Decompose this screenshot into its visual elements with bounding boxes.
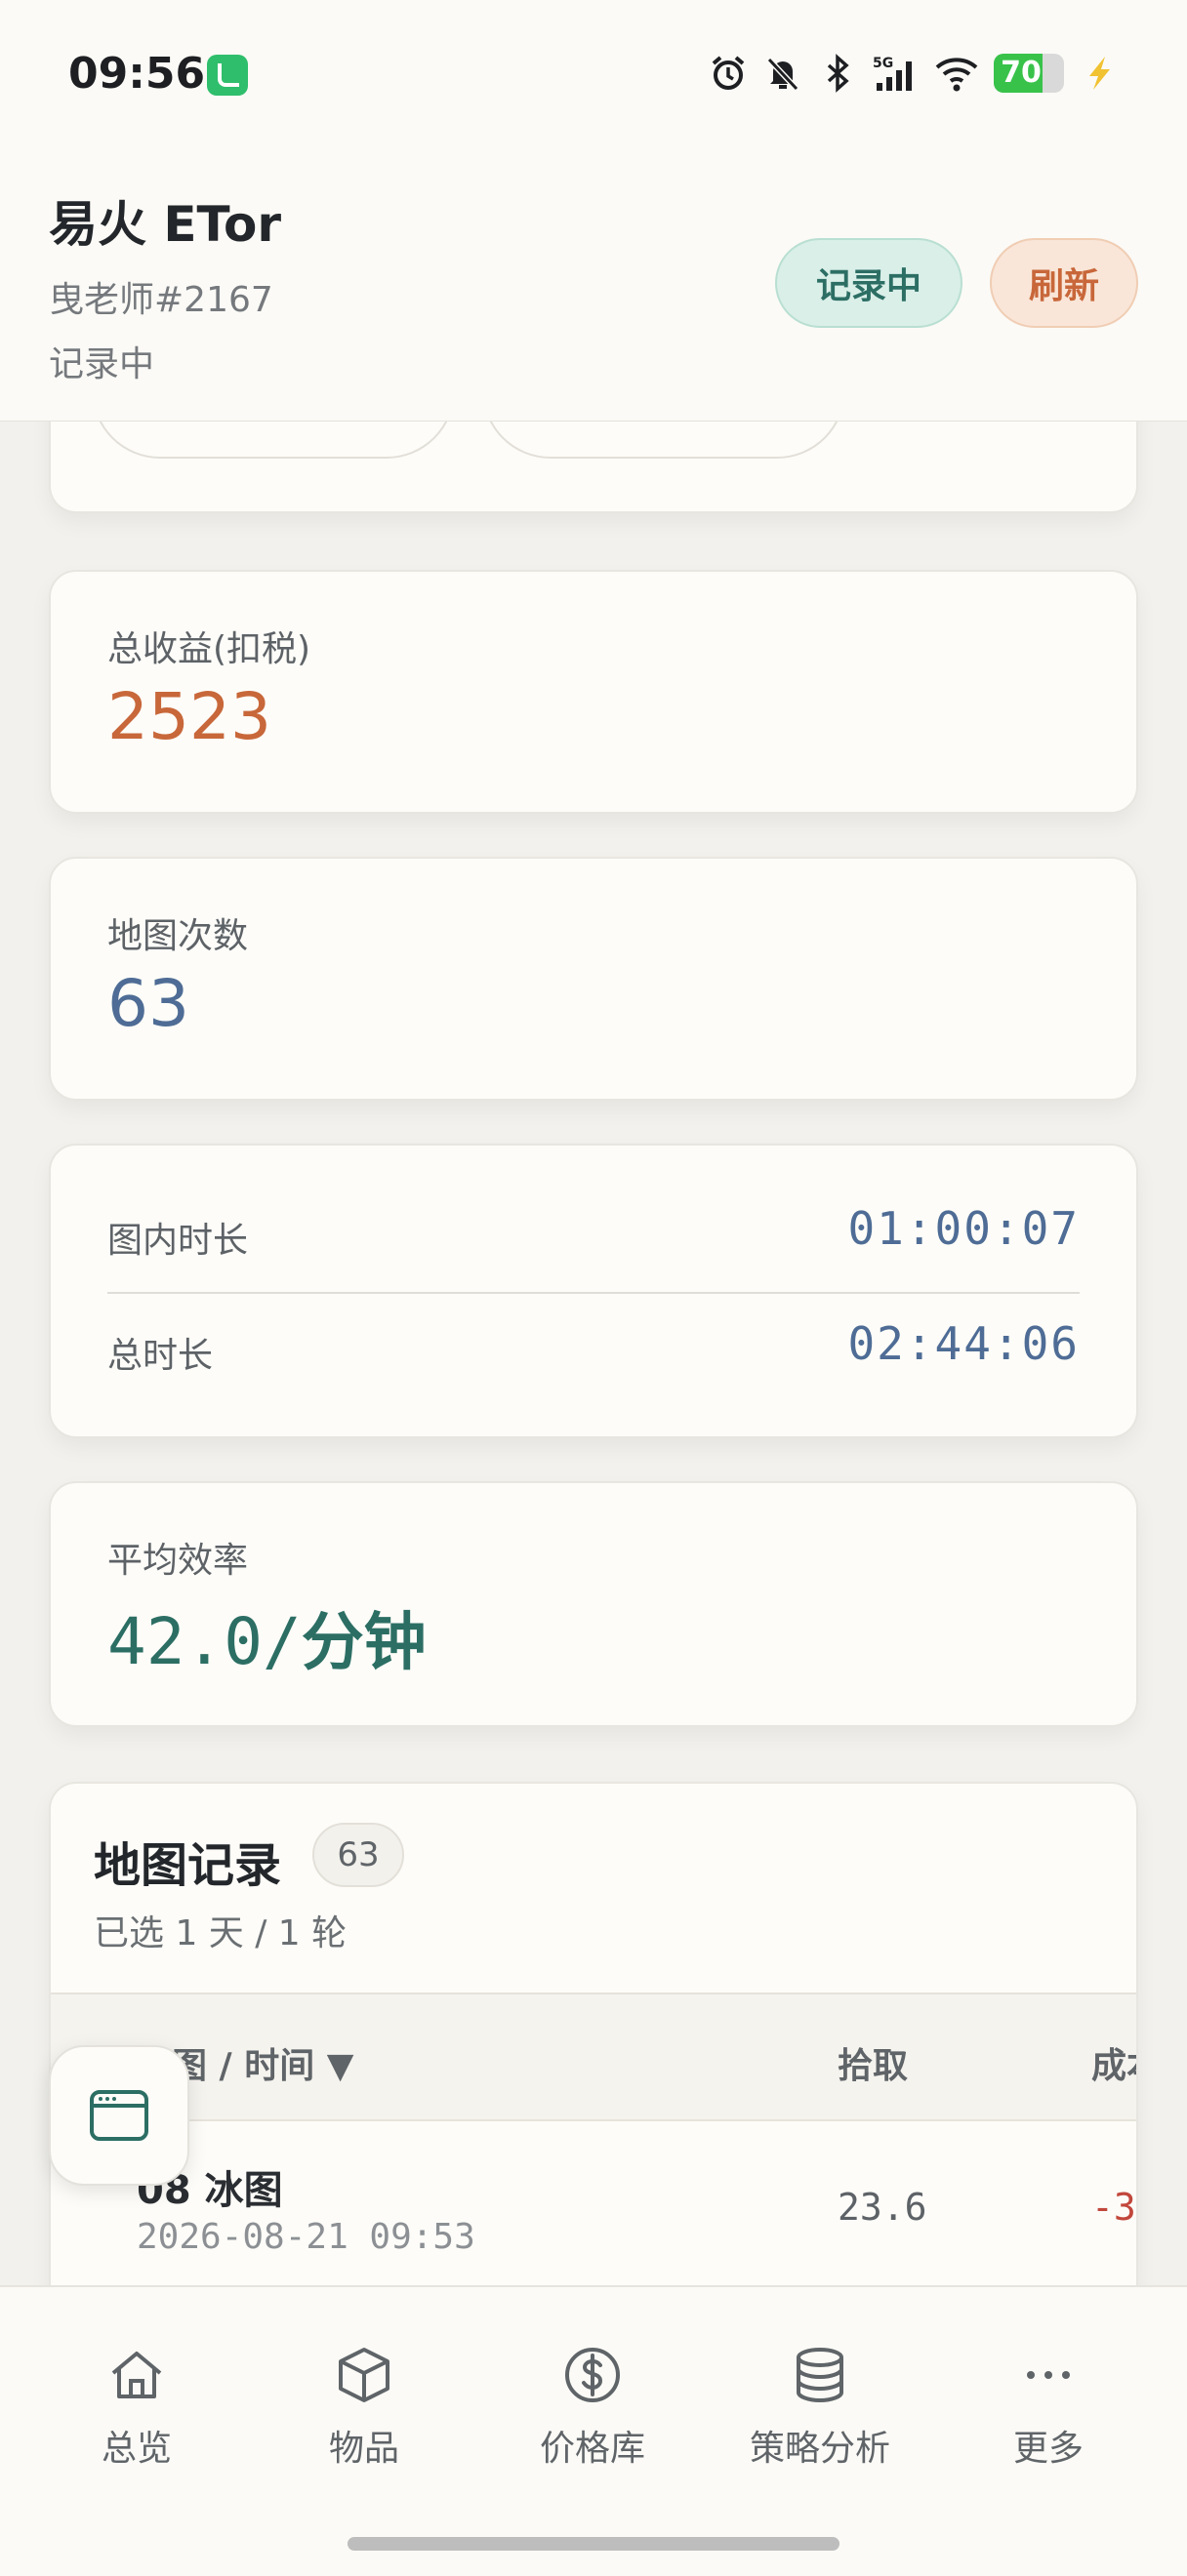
box-icon bbox=[339, 2348, 389, 2402]
nav-item-more[interactable]: 更多 bbox=[951, 2344, 1146, 2471]
mute-bell-icon bbox=[766, 57, 799, 92]
avg-efficiency-unit: 分钟 bbox=[301, 1607, 427, 1679]
wifi-icon bbox=[935, 58, 978, 92]
status-time: 09:56 bbox=[68, 49, 206, 99]
top-bar: 09:56 5G 70 易火 ETor 曳老师#2167 记录中 记录中 刷新 bbox=[0, 0, 1187, 422]
total-time-value: 02:44:06 bbox=[847, 1317, 1080, 1370]
column-header-cost[interactable]: 成本 bbox=[1091, 2037, 1136, 2088]
map-records-subtitle: 已选 1 天 / 1 轮 bbox=[94, 1913, 348, 1953]
total-income-value: 2523 bbox=[107, 679, 271, 754]
total-income-label: 总收益(扣税) bbox=[107, 629, 311, 669]
total-income-card: 总收益(扣税) 2523 bbox=[49, 570, 1138, 814]
battery-indicator: 70 bbox=[994, 54, 1064, 93]
more-icon bbox=[1027, 2371, 1070, 2379]
account-name: 曳老师#2167 bbox=[49, 280, 273, 320]
map-count-card: 地图次数 63 bbox=[49, 857, 1138, 1101]
charging-bolt-icon bbox=[1089, 57, 1110, 90]
nav-item-overview[interactable]: 总览 bbox=[39, 2344, 234, 2471]
map-records-count-badge: 63 bbox=[312, 1823, 404, 1887]
nav-label: 总览 bbox=[101, 2429, 172, 2469]
map-records-title: 地图记录 bbox=[94, 1838, 282, 1893]
home-indicator[interactable] bbox=[348, 2537, 839, 2551]
in-map-time-label: 图内时长 bbox=[107, 1221, 249, 1261]
map-count-value: 63 bbox=[107, 966, 189, 1041]
table-row[interactable]: 08 冰图 2026-08-21 09:53 23.6 -3 bbox=[51, 2121, 1136, 2289]
divider bbox=[107, 1292, 1080, 1294]
table-header: 地图 / 时间 ▼ 拾取 成本 bbox=[51, 1992, 1136, 2121]
nav-item-price-library[interactable]: 价格库 bbox=[495, 2344, 690, 2471]
recording-state-text: 记录中 bbox=[49, 344, 155, 384]
column-header-pick[interactable]: 拾取 bbox=[838, 2037, 908, 2088]
avg-efficiency-label: 平均效率 bbox=[107, 1541, 249, 1581]
svg-text:5G: 5G bbox=[873, 56, 893, 71]
alarm-icon bbox=[712, 56, 745, 90]
nav-item-strategy-analysis[interactable]: 策略分析 bbox=[722, 2344, 918, 2471]
bluetooth-icon bbox=[827, 54, 849, 93]
status-icons: 5G 70 bbox=[709, 49, 1119, 98]
battery-percent: 70 bbox=[1001, 56, 1042, 90]
app-title: 易火 ETor bbox=[49, 196, 282, 253]
nav-label: 更多 bbox=[1012, 2429, 1084, 2469]
nav-label: 策略分析 bbox=[749, 2429, 890, 2469]
window-icon bbox=[90, 2090, 148, 2141]
avg-efficiency-value: 42.0/分钟 bbox=[107, 1592, 427, 1682]
nav-label: 物品 bbox=[328, 2429, 399, 2469]
avg-efficiency-number: 42.0/ bbox=[107, 1604, 302, 1679]
dollar-icon bbox=[565, 2348, 620, 2402]
row-time: 2026-08-21 09:53 bbox=[137, 2217, 475, 2257]
refresh-button[interactable]: 刷新 bbox=[990, 238, 1138, 328]
row-pick: 23.6 bbox=[838, 2186, 927, 2229]
row-cost: -3 bbox=[1091, 2186, 1136, 2229]
duration-card: 图内时长 01:00:07 总时长 02:44:06 bbox=[49, 1144, 1138, 1438]
home-icon bbox=[111, 2352, 162, 2398]
floating-window-button[interactable] bbox=[49, 2045, 189, 2186]
total-time-label: 总时长 bbox=[107, 1336, 214, 1376]
nav-label: 价格库 bbox=[539, 2429, 645, 2469]
map-count-label: 地图次数 bbox=[107, 916, 249, 956]
database-icon bbox=[797, 2348, 843, 2403]
cellular-signal-icon: 5G bbox=[873, 56, 912, 91]
map-records-card: 地图记录 63 已选 1 天 / 1 轮 地图 / 时间 ▼ 拾取 成本 08 … bbox=[49, 1782, 1138, 2289]
avg-efficiency-card: 平均效率 42.0/分钟 bbox=[49, 1481, 1138, 1727]
bottom-navigation: 总览 物品 价格库 策略分析 更多 bbox=[0, 2285, 1187, 2576]
recording-toggle-button[interactable]: 记录中 bbox=[775, 238, 962, 328]
nav-item-items[interactable]: 物品 bbox=[266, 2344, 462, 2471]
status-bar: 09:56 5G 70 bbox=[0, 0, 1187, 146]
in-map-time-value: 01:00:07 bbox=[847, 1202, 1080, 1255]
phone-app-icon bbox=[207, 55, 248, 96]
